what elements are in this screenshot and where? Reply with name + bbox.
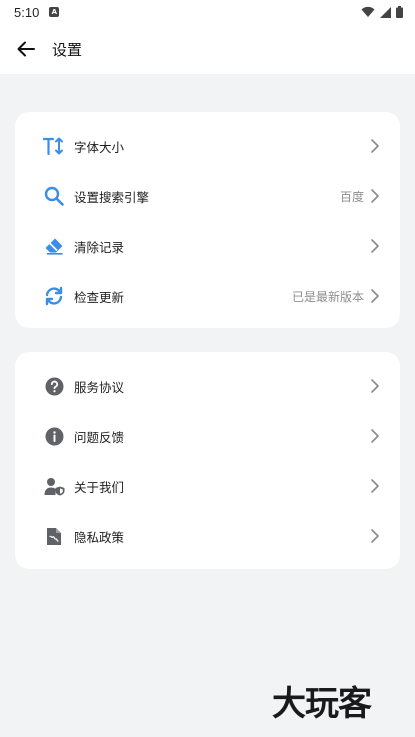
about-us-label: 关于我们 bbox=[74, 479, 125, 495]
app-bar: 设置 bbox=[0, 24, 415, 74]
status-bar: 5:10 A bbox=[0, 0, 415, 24]
chevron-right-icon bbox=[368, 138, 382, 154]
privacy-policy-row[interactable]: 隐私政策 bbox=[15, 511, 400, 561]
search-engine-value: 百度 bbox=[339, 189, 364, 204]
search-engine-row[interactable]: 设置搜索引擎 百度 bbox=[15, 171, 400, 221]
chevron-right-icon bbox=[368, 528, 382, 544]
status-left: 5:10 A bbox=[14, 4, 60, 20]
service-agreement-row[interactable]: 服务协议 bbox=[15, 361, 400, 411]
battery-icon bbox=[396, 6, 403, 18]
eraser-icon bbox=[43, 235, 65, 257]
chevron-right-icon bbox=[368, 238, 382, 254]
watermark-logo: 大玩客 bbox=[272, 684, 372, 724]
feedback-row[interactable]: 问题反馈 bbox=[15, 411, 400, 461]
privacy-policy-label: 隐私政策 bbox=[74, 529, 125, 545]
page-title: 设置 bbox=[52, 40, 83, 59]
wifi-icon bbox=[361, 6, 375, 17]
user-shield-icon bbox=[43, 475, 65, 497]
status-time: 5:10 bbox=[14, 4, 40, 20]
info-icon bbox=[43, 425, 65, 447]
arrow-left-icon bbox=[17, 41, 35, 57]
status-right bbox=[361, 6, 403, 18]
search-engine-label: 设置搜索引擎 bbox=[74, 189, 150, 205]
notification-glyph: A bbox=[51, 7, 58, 16]
question-icon bbox=[43, 375, 65, 397]
check-update-value: 已是最新版本 bbox=[291, 289, 364, 304]
chevron-right-icon bbox=[368, 428, 382, 444]
check-update-row[interactable]: 检查更新 已是最新版本 bbox=[15, 271, 400, 321]
check-update-label: 检查更新 bbox=[74, 289, 125, 305]
clear-history-label: 清除记录 bbox=[74, 239, 125, 255]
back-button[interactable] bbox=[0, 24, 52, 74]
clear-history-row[interactable]: 清除记录 bbox=[15, 221, 400, 271]
service-agreement-label: 服务协议 bbox=[74, 379, 125, 395]
notification-icon: A bbox=[49, 7, 60, 17]
font-size-label: 字体大小 bbox=[74, 139, 125, 155]
chevron-right-icon bbox=[368, 288, 382, 304]
chevron-right-icon bbox=[368, 188, 382, 204]
search-icon bbox=[43, 185, 65, 207]
cell-signal-icon bbox=[380, 6, 391, 18]
refresh-icon bbox=[43, 285, 65, 307]
chevron-right-icon bbox=[368, 478, 382, 494]
about-us-row[interactable]: 关于我们 bbox=[15, 461, 400, 511]
feedback-label: 问题反馈 bbox=[74, 429, 125, 445]
settings-group-about: 服务协议 问题反馈 关于我们 隐私政策 bbox=[15, 352, 400, 569]
chevron-right-icon bbox=[368, 378, 382, 394]
settings-group-general: 字体大小 设置搜索引擎 百度 清除记录 检查更新 已是最新版本 bbox=[15, 112, 400, 328]
font-size-icon bbox=[43, 135, 65, 157]
font-size-row[interactable]: 字体大小 bbox=[15, 121, 400, 171]
document-icon bbox=[43, 525, 65, 547]
